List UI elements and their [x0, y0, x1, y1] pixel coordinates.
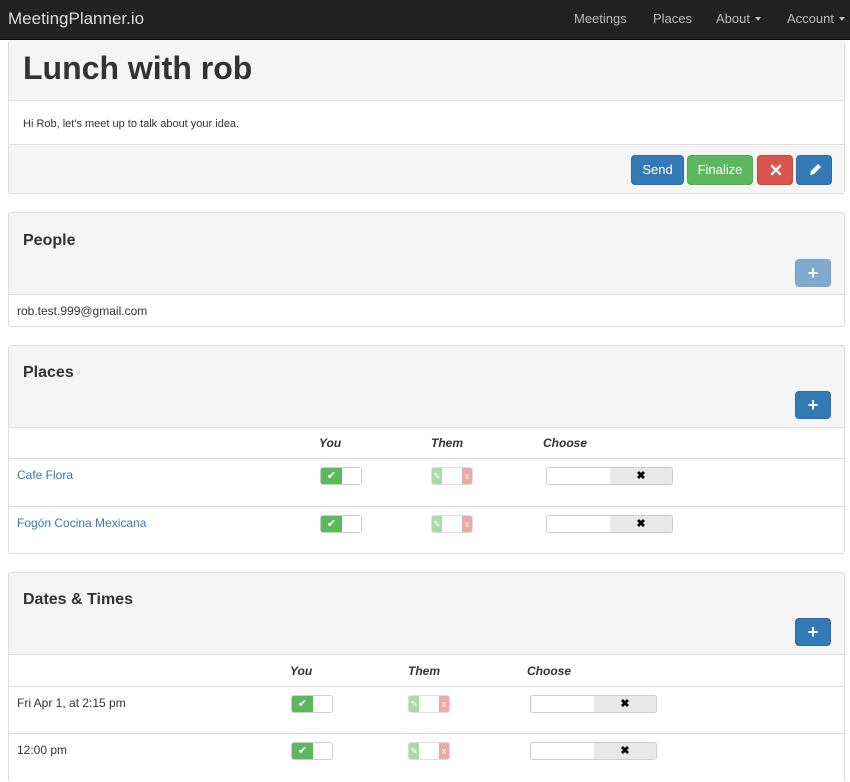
you-toggle[interactable]: ✔	[320, 515, 362, 533]
place-link-cafe-flora[interactable]: Cafe Flora	[17, 468, 73, 482]
top-navbar: MeetingPlanner.io Meetings Places About …	[0, 0, 850, 40]
x-icon	[770, 164, 782, 176]
edit-meeting-button[interactable]	[796, 155, 832, 185]
brand-logo[interactable]: MeetingPlanner.io	[8, 9, 144, 29]
places-panel: Places + You Them Choose Cafe Flora ✔ ✎ x…	[8, 345, 845, 554]
them-status: ✎ x	[431, 467, 473, 485]
add-place-button[interactable]: +	[795, 391, 831, 419]
meeting-message: Hi Rob, let's meet up to talk about your…	[23, 118, 240, 130]
finalize-button[interactable]: Finalize	[687, 155, 753, 185]
x-icon: x	[439, 696, 449, 712]
page-title: Lunch with rob	[23, 50, 253, 86]
chevron-down-icon	[754, 17, 761, 21]
places-title: Places	[23, 364, 74, 381]
row-divider	[9, 506, 844, 507]
row-divider	[9, 458, 844, 459]
them-status: ✎ x	[431, 515, 473, 533]
date-option: 12:00 pm	[17, 743, 68, 757]
you-toggle[interactable]: ✔	[320, 467, 362, 485]
dates-header: Dates & Times +	[9, 573, 844, 655]
nav-about[interactable]: About	[716, 11, 761, 26]
meeting-panel: Lunch with rob Hi Rob, let's meet up to …	[8, 40, 845, 194]
nav-account[interactable]: Account	[787, 11, 845, 26]
check-icon: ✔	[321, 468, 342, 484]
check-icon: ✔	[321, 516, 342, 532]
x-icon: ✖	[594, 743, 656, 759]
add-date-button[interactable]: +	[795, 618, 831, 646]
x-icon: ✖	[594, 696, 656, 712]
nav-account-label: Account	[787, 11, 834, 26]
x-icon: x	[439, 743, 449, 759]
pencil-icon: ✎	[432, 516, 442, 532]
col-you: You	[319, 436, 342, 450]
col-choose: Choose	[527, 664, 572, 678]
dates-title: Dates & Times	[23, 591, 133, 608]
nav-meetings[interactable]: Meetings	[574, 11, 627, 26]
people-header: People +	[9, 213, 844, 295]
col-them: Them	[431, 436, 464, 450]
col-them: Them	[408, 664, 441, 678]
x-icon: ✖	[610, 468, 672, 484]
choose-toggle[interactable]: ✖	[546, 467, 673, 485]
you-toggle[interactable]: ✔	[291, 742, 333, 760]
x-icon: x	[462, 516, 472, 532]
them-status: ✎ x	[408, 695, 450, 713]
pencil-icon: ✎	[409, 743, 419, 759]
date-option: Fri Apr 1, at 2:15 pm	[17, 696, 126, 710]
nav-places[interactable]: Places	[653, 11, 692, 26]
choose-toggle[interactable]: ✖	[546, 515, 673, 533]
them-status: ✎ x	[408, 742, 450, 760]
you-toggle[interactable]: ✔	[291, 695, 333, 713]
pencil-icon: ✎	[409, 696, 419, 712]
pencil-icon	[810, 164, 821, 175]
check-icon: ✔	[292, 696, 313, 712]
plus-icon: +	[807, 622, 819, 642]
chevron-down-icon	[838, 17, 845, 21]
nav-about-label: About	[716, 11, 750, 26]
add-person-button[interactable]: +	[795, 259, 831, 287]
cancel-meeting-button[interactable]	[757, 155, 793, 185]
places-header: Places +	[9, 346, 844, 428]
meeting-header: Lunch with rob	[9, 40, 844, 101]
people-title: People	[23, 232, 76, 249]
check-icon: ✔	[292, 743, 313, 759]
row-divider	[9, 733, 844, 734]
send-button[interactable]: Send	[631, 155, 684, 185]
col-choose: Choose	[543, 436, 588, 450]
choose-toggle[interactable]: ✖	[530, 742, 657, 760]
row-divider	[9, 686, 844, 687]
people-panel: People + rob.test.999@gmail.com	[8, 212, 845, 327]
x-icon: x	[462, 468, 472, 484]
plus-icon: +	[807, 395, 819, 415]
pencil-icon: ✎	[432, 468, 442, 484]
place-link-fogon[interactable]: Fogón Cocina Mexicana	[17, 516, 146, 530]
person-email: rob.test.999@gmail.com	[17, 304, 148, 318]
dates-panel: Dates & Times + You Them Choose Fri Apr …	[8, 572, 845, 782]
x-icon: ✖	[610, 516, 672, 532]
col-you: You	[290, 664, 313, 678]
meeting-actions: Send Finalize	[9, 144, 844, 193]
choose-toggle[interactable]: ✖	[530, 695, 657, 713]
plus-icon: +	[807, 263, 819, 283]
